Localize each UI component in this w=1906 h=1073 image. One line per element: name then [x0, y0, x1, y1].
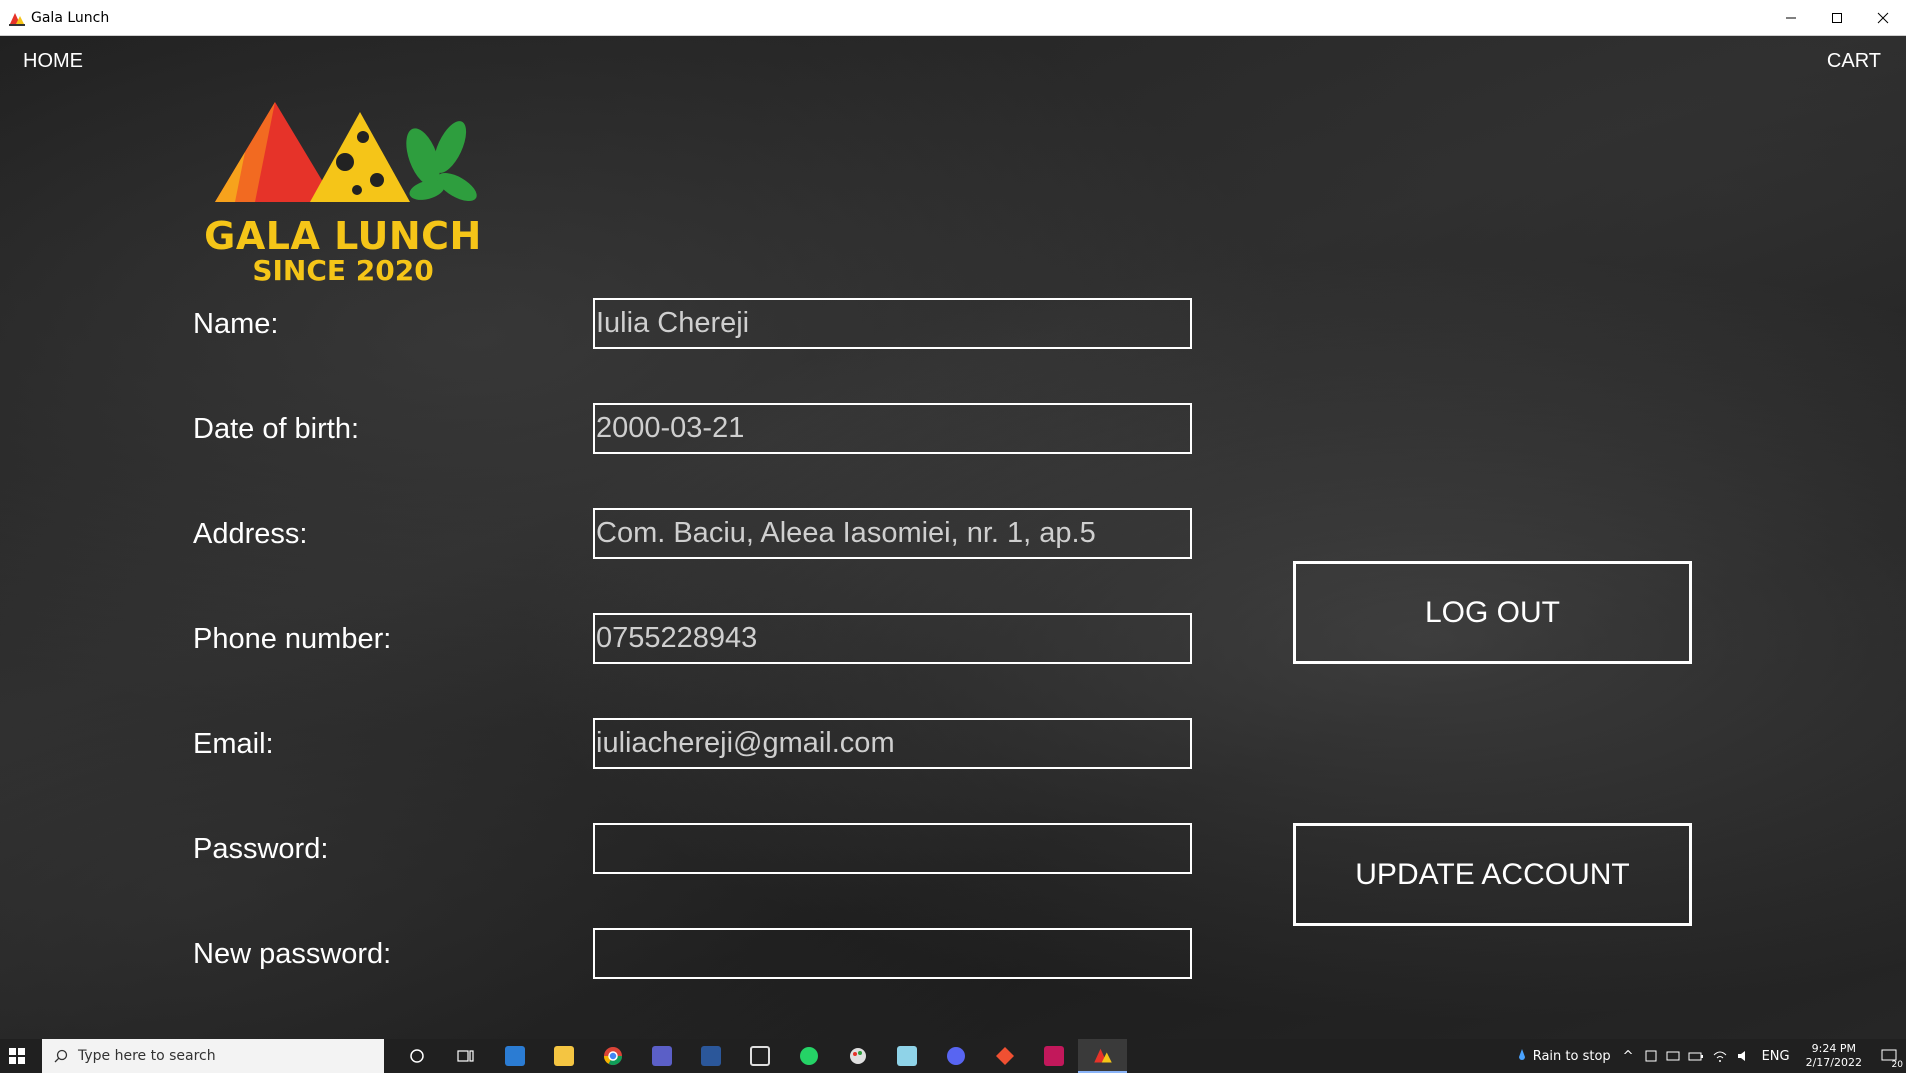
- cortana-icon: [409, 1049, 424, 1063]
- notes-icon: [896, 1046, 917, 1066]
- taskbar-word[interactable]: [686, 1039, 735, 1073]
- new-password-label: New password:: [193, 938, 392, 970]
- notification-center-button[interactable]: 20: [1872, 1039, 1906, 1073]
- taskbar-intellij[interactable]: [1029, 1039, 1078, 1073]
- notification-count: 20: [1891, 1060, 1903, 1070]
- chrome-icon: [603, 1047, 622, 1066]
- taskbar-app-notes[interactable]: [882, 1039, 931, 1073]
- intellij-icon: [1043, 1046, 1064, 1066]
- battery-icon[interactable]: [1688, 1049, 1704, 1063]
- dob-label: Date of birth:: [193, 413, 360, 445]
- update-account-button[interactable]: UPDATE ACCOUNT: [1293, 823, 1692, 926]
- password-field[interactable]: [593, 823, 1192, 874]
- whatsapp-icon: [799, 1047, 818, 1065]
- email-label: Email:: [193, 728, 274, 760]
- search-icon: [54, 1049, 68, 1063]
- wifi-icon[interactable]: [1712, 1049, 1728, 1063]
- logo-graphic: [215, 102, 477, 202]
- gala-lunch-icon: [1093, 1048, 1112, 1063]
- paint-icon: [849, 1048, 866, 1064]
- volume-icon[interactable]: [1736, 1049, 1752, 1063]
- address-label: Address:: [193, 518, 308, 550]
- window-titlebar: Gala Lunch: [0, 0, 1906, 36]
- phone-field[interactable]: [593, 613, 1192, 664]
- git-icon: [995, 1047, 1014, 1065]
- address-field[interactable]: [593, 508, 1192, 559]
- taskbar-chrome[interactable]: [588, 1039, 637, 1073]
- system-tray: Rain to stop ^ ENG 9:24 PM 2/17/2022 20: [1517, 1039, 1906, 1073]
- name-label: Name:: [193, 308, 279, 340]
- taskbar-discord[interactable]: [931, 1039, 980, 1073]
- taskbar-apps: [392, 1039, 1127, 1073]
- task-view-button[interactable]: [441, 1039, 490, 1073]
- email-field[interactable]: [593, 718, 1192, 769]
- logout-button[interactable]: LOG OUT: [1293, 561, 1692, 664]
- language-indicator[interactable]: ENG: [1762, 1049, 1790, 1064]
- window-controls: [1768, 0, 1906, 36]
- taskbar-gala-lunch[interactable]: [1078, 1039, 1127, 1073]
- app-icon: [9, 12, 25, 26]
- chevron-up-icon[interactable]: ^: [1623, 1049, 1634, 1064]
- taskbar-snip[interactable]: [735, 1039, 784, 1073]
- gala-lunch-logo: GALA LUNCH SINCE 2020: [195, 62, 495, 302]
- word-icon: [700, 1046, 721, 1066]
- taskbar-teams[interactable]: [637, 1039, 686, 1073]
- name-field[interactable]: [593, 298, 1192, 349]
- meet-now-icon[interactable]: [1666, 1049, 1680, 1063]
- taskbar-explorer[interactable]: [539, 1039, 588, 1073]
- cart-link[interactable]: CART: [1827, 50, 1881, 73]
- new-password-field[interactable]: [593, 928, 1192, 979]
- minimize-button[interactable]: [1768, 0, 1814, 36]
- taskbar-app-paint[interactable]: [833, 1039, 882, 1073]
- window-title: Gala Lunch: [31, 9, 110, 26]
- close-icon: [1877, 12, 1889, 24]
- windows-taskbar: Type here to search Rain to stop ^ ENG 9…: [0, 1039, 1906, 1073]
- taskbar-whatsapp[interactable]: [784, 1039, 833, 1073]
- snipping-tool-icon: [749, 1046, 770, 1066]
- minimize-icon: [1786, 17, 1796, 19]
- folder-icon: [553, 1046, 574, 1066]
- clock-time: 9:24 PM: [1811, 1042, 1856, 1055]
- taskbar-git[interactable]: [980, 1039, 1029, 1073]
- taskbar-store[interactable]: [490, 1039, 539, 1073]
- store-icon: [504, 1046, 525, 1066]
- maximize-button[interactable]: [1814, 0, 1860, 36]
- account-page: HOME CART GALA LUNCH SINCE 2020 Name: Da…: [0, 36, 1906, 1039]
- clock-date: 2/17/2022: [1805, 1056, 1862, 1069]
- windows-icon: [9, 1048, 25, 1064]
- start-button[interactable]: [0, 1039, 34, 1073]
- logo-subtitle: SINCE 2020: [252, 254, 434, 287]
- search-placeholder: Type here to search: [78, 1048, 216, 1064]
- dob-field[interactable]: [593, 403, 1192, 454]
- password-label: Password:: [193, 833, 329, 865]
- taskbar-search-box[interactable]: Type here to search: [42, 1039, 384, 1073]
- task-view-icon: [456, 1050, 474, 1062]
- cortana-button[interactable]: [392, 1039, 441, 1073]
- device-icon[interactable]: [1644, 1049, 1658, 1063]
- phone-label: Phone number:: [193, 623, 392, 655]
- weather-text[interactable]: Rain to stop: [1533, 1049, 1611, 1064]
- rain-weather-icon: [1518, 1049, 1525, 1060]
- teams-icon: [651, 1046, 672, 1066]
- maximize-icon: [1832, 13, 1842, 23]
- discord-icon: [946, 1047, 965, 1065]
- logo-title: GALA LUNCH: [204, 214, 482, 258]
- close-button[interactable]: [1860, 0, 1906, 36]
- home-link[interactable]: HOME: [23, 50, 83, 73]
- clock[interactable]: 9:24 PM 2/17/2022: [1806, 1042, 1862, 1070]
